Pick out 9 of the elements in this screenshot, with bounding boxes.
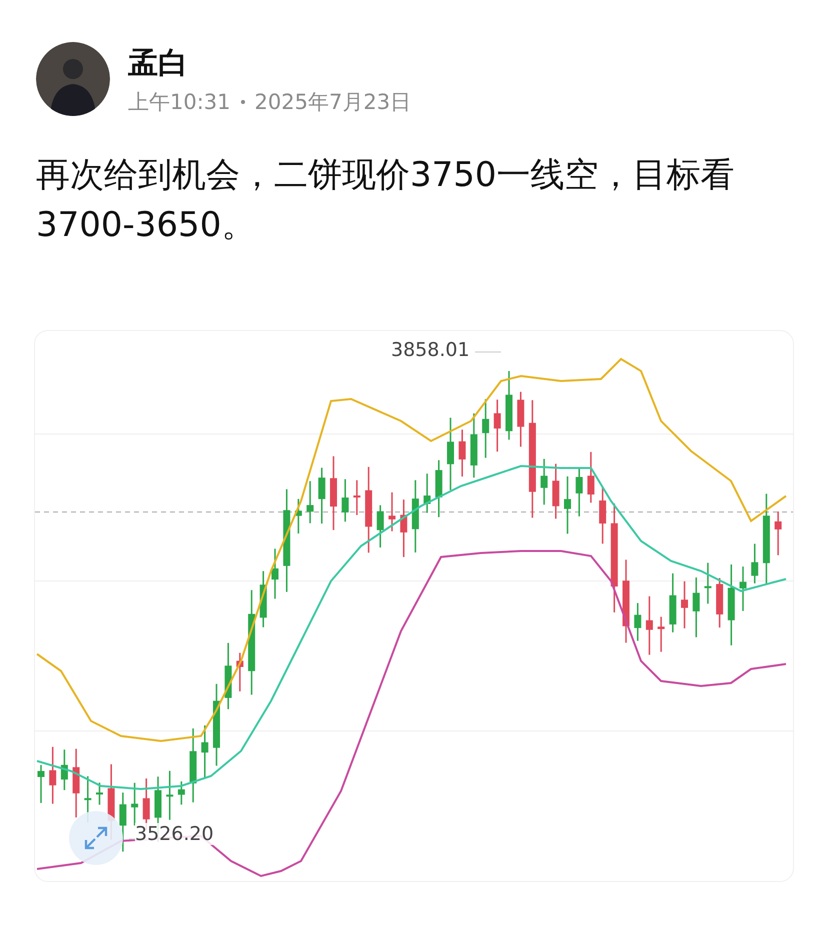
post-time: 上午10:31 xyxy=(128,88,231,116)
low-price-label: 3526.20 xyxy=(135,823,214,845)
author-name[interactable]: 孟白 xyxy=(128,42,412,84)
post-text: 再次给到机会，二饼现价3750一线空，目标看3700-3650。 xyxy=(36,154,736,247)
avatar[interactable] xyxy=(36,42,110,116)
separator-dot-icon xyxy=(240,100,245,104)
expand-button[interactable] xyxy=(69,811,123,865)
post-date: 2025年7月23日 xyxy=(254,88,412,116)
high-price-label: 3858.01 xyxy=(391,339,470,361)
